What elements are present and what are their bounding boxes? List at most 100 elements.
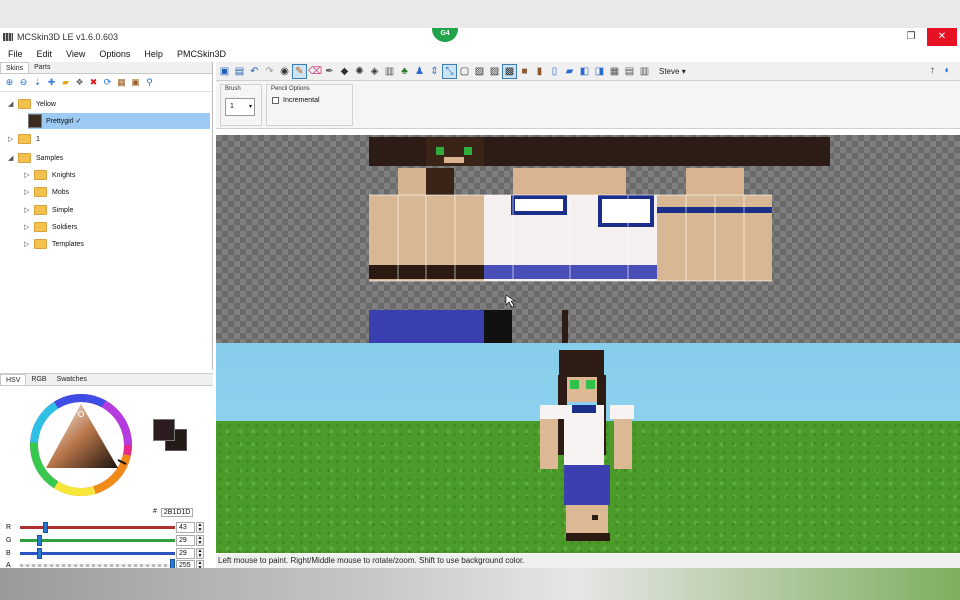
leg-part-icon[interactable]: ▰ xyxy=(563,65,576,78)
blue-slider[interactable] xyxy=(20,552,175,555)
tree-item-knights[interactable]: ▷ Knights xyxy=(24,167,75,183)
folder-icon[interactable]: ▰ xyxy=(60,77,71,88)
bucket-icon[interactable]: ♣ xyxy=(398,65,411,78)
head-part-icon[interactable]: ■ xyxy=(518,65,531,78)
blue-value-input[interactable]: 29 xyxy=(176,548,195,559)
menu-help[interactable]: Help xyxy=(144,49,163,59)
alpha-spin-arrows[interactable]: ▲ ▼ xyxy=(196,560,204,568)
arm-part-icon[interactable]: ▯ xyxy=(548,65,561,78)
red-value-input[interactable]: 43 xyxy=(176,522,195,533)
hex-color-field[interactable]: #2B1D1D xyxy=(153,508,194,517)
redo-icon[interactable]: ↷ xyxy=(263,65,276,78)
stamp-icon[interactable]: ▥ xyxy=(383,65,396,78)
overlay-icon[interactable]: ◧ xyxy=(578,65,591,78)
skin-texture-canvas[interactable] xyxy=(216,135,960,343)
menu-pmcskin3d[interactable]: PMCSkin3D xyxy=(177,49,226,59)
collapsed-arrow-icon[interactable]: ▷ xyxy=(8,135,18,143)
collapsed-arrow-icon[interactable]: ▷ xyxy=(24,223,34,231)
3d-preview[interactable] xyxy=(216,343,960,553)
alpha-value-input[interactable]: 255 xyxy=(176,560,195,568)
desktop-background xyxy=(0,568,960,600)
tree-item-1[interactable]: ▷ 1 xyxy=(8,131,40,147)
tab-parts[interactable]: Parts xyxy=(29,62,55,73)
zoom-in-icon[interactable]: ⊕ xyxy=(4,77,15,88)
help-icon[interactable]: ◐ xyxy=(941,64,954,77)
pencil-icon[interactable]: ✎ xyxy=(292,63,307,79)
camera-icon[interactable]: ◉ xyxy=(278,65,291,78)
fill-icon[interactable]: ◆ xyxy=(338,65,351,78)
restore-icon[interactable]: ❐ xyxy=(896,28,926,46)
collapsed-arrow-icon[interactable]: ▷ xyxy=(24,240,34,248)
body-part-icon[interactable]: ▮ xyxy=(533,65,546,78)
3d-view-icon[interactable]: ▧ xyxy=(473,65,486,78)
link-icon[interactable]: ⚲ xyxy=(144,77,155,88)
incremental-checkbox-row[interactable]: Incremental xyxy=(272,97,320,104)
noise-icon[interactable]: ✺ xyxy=(353,65,366,78)
incremental-checkbox[interactable] xyxy=(272,97,279,104)
alpha-slider[interactable] xyxy=(20,564,175,567)
tree-item-prettygirl[interactable]: Prettygirl ✓ xyxy=(28,113,210,129)
transparent-icon[interactable]: ▤ xyxy=(623,65,636,78)
menu-view[interactable]: View xyxy=(66,49,85,59)
eraser-icon[interactable]: ⌫ xyxy=(308,65,322,78)
select-icon[interactable]: ▢ xyxy=(458,65,471,78)
folder-icon xyxy=(34,205,47,215)
tree-item-templates[interactable]: ▷ Templates xyxy=(24,236,84,252)
zoom-out-icon[interactable]: ⊖ xyxy=(18,77,29,88)
clone-icon[interactable]: ❖ xyxy=(74,77,85,88)
save-all-icon[interactable]: ▤ xyxy=(233,65,246,78)
new-skin-icon[interactable]: ✚ xyxy=(46,77,57,88)
green-slider-thumb[interactable] xyxy=(37,535,42,546)
primary-color-swatch[interactable] xyxy=(153,419,175,441)
tab-rgb[interactable]: RGB xyxy=(26,374,51,385)
red-spin-arrows[interactable]: ▲ ▼ xyxy=(196,522,204,533)
grid-icon[interactable]: ▦ xyxy=(608,65,621,78)
undo-icon[interactable]: ↶ xyxy=(248,65,261,78)
green-slider[interactable] xyxy=(20,539,175,542)
up-arrow-icon[interactable]: ↑ xyxy=(926,64,939,77)
split-view-icon[interactable]: ▩ xyxy=(502,63,517,79)
alpha-slider-thumb[interactable] xyxy=(170,559,175,568)
blue-slider-thumb[interactable] xyxy=(37,548,42,559)
red-slider-thumb[interactable] xyxy=(43,522,48,533)
folder-icon xyxy=(34,187,47,197)
tree-item-soldiers[interactable]: ▷ Soldiers xyxy=(24,219,77,235)
brush-select[interactable]: 1 ▾ xyxy=(225,98,255,116)
darken-icon[interactable]: ◈ xyxy=(368,65,381,78)
person-icon[interactable]: ♟ xyxy=(413,65,426,78)
tree-item-mobs[interactable]: ▷ Mobs xyxy=(24,184,69,200)
expanded-arrow-icon[interactable]: ◢ xyxy=(8,154,18,162)
delete-icon[interactable]: ✖ xyxy=(88,77,99,88)
refresh-icon[interactable]: ⟳ xyxy=(102,77,113,88)
view-dropdown[interactable]: Steve ▾ xyxy=(659,67,686,76)
background-icon[interactable]: ▥ xyxy=(638,65,651,78)
save-icon[interactable]: ▣ xyxy=(218,65,231,78)
skins-panel: Skins Parts ⊕ ⊖ ⇣ ✚ ▰ ❖ ✖ ⟳ ▦ ▣ ⚲ ◢ Yello… xyxy=(0,62,213,370)
2d-view-icon[interactable]: ▨ xyxy=(488,65,501,78)
collapsed-arrow-icon[interactable]: ▷ xyxy=(24,206,34,214)
menu-options[interactable]: Options xyxy=(99,49,130,59)
close-icon[interactable]: ✕ xyxy=(927,28,957,46)
dropper-icon[interactable]: ✒ xyxy=(323,65,336,78)
expanded-arrow-icon[interactable]: ◢ xyxy=(8,100,18,108)
tab-hsv[interactable]: HSV xyxy=(0,374,27,385)
menu-edit[interactable]: Edit xyxy=(37,49,53,59)
green-value-input[interactable]: 29 xyxy=(176,535,195,546)
import-icon[interactable]: ⇣ xyxy=(32,77,43,88)
tool-icon[interactable]: ⤡ xyxy=(442,63,457,79)
collapsed-arrow-icon[interactable]: ▷ xyxy=(24,171,34,179)
color-wheel[interactable] xyxy=(26,390,136,500)
skin-settings-icon[interactable]: ▣ xyxy=(130,77,141,88)
tree-item-yellow[interactable]: ◢ Yellow xyxy=(8,96,56,112)
tab-skins[interactable]: Skins xyxy=(0,62,30,73)
tree-item-samples[interactable]: ◢ Samples xyxy=(8,150,63,166)
toggle-overlay-icon[interactable]: ◨ xyxy=(593,65,606,78)
blue-spin-arrows[interactable]: ▲ ▼ xyxy=(196,548,204,559)
move-icon[interactable]: ⇕ xyxy=(428,65,441,78)
collapsed-arrow-icon[interactable]: ▷ xyxy=(24,188,34,196)
green-spin-arrows[interactable]: ▲ ▼ xyxy=(196,535,204,546)
tab-swatches[interactable]: Swatches xyxy=(52,374,92,385)
upload-icon[interactable]: ▦ xyxy=(116,77,127,88)
tree-item-simple[interactable]: ▷ Simple xyxy=(24,202,73,218)
menu-file[interactable]: File xyxy=(8,49,23,59)
